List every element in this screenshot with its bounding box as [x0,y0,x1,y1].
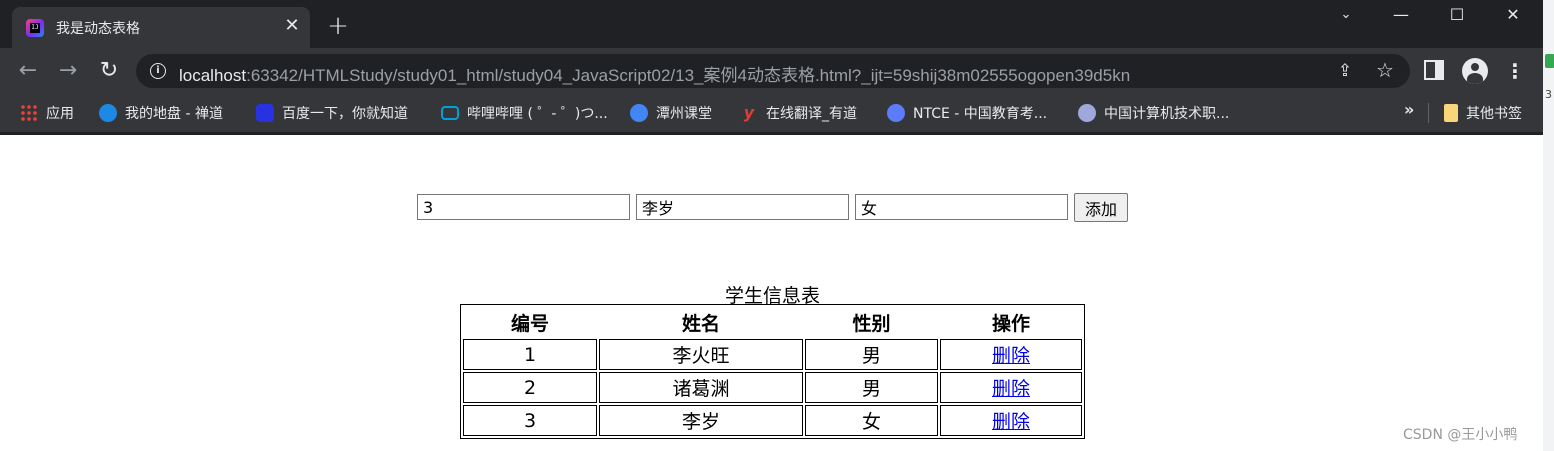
active-tab[interactable]: IJ 我是动态表格 ✕ [12,7,310,48]
ntce-icon [887,104,905,122]
youdao-icon: y [743,103,755,122]
bookmarks-bar: 应用 我的地盘 - 禅道 百度一下，你就知道 哔哩哔哩 ( ゜- ゜)つ... … [0,94,1543,132]
cell-gender: 男 [805,339,938,370]
bookmark-label: 百度一下，你就知道 [282,106,408,122]
site-info-icon[interactable]: i [150,63,166,79]
bookmark-other-folder[interactable]: 其他书签 [1444,102,1522,124]
header-gender: 性别 [852,312,891,335]
bookmark-label: 在线翻译_有道 [766,106,857,122]
bookmark-bilibili[interactable]: 哔哩哔哩 ( ゜- ゜)つ... [441,102,608,124]
browser-menu-icon[interactable]: ⋮ [1505,57,1525,85]
page-content: 添加 学生信息表 编号 姓名 性别 操作 1 李火旺 男 删除 2 诸葛渊 男 … [0,135,1543,451]
minimize-button[interactable]: — [1373,0,1429,32]
bookmark-ntce[interactable]: NTCE - 中国教育考... [887,102,1047,124]
share-icon[interactable]: ⇪ [1334,60,1356,82]
table-row: 2 诸葛渊 男 删除 [463,372,1082,403]
profile-avatar-icon[interactable] [1462,58,1488,84]
cell-gender: 女 [805,405,938,436]
cell-action: 删除 [940,372,1082,403]
bookmark-label: 哔哩哔哩 ( ゜- ゜)つ... [467,106,608,122]
add-button[interactable]: 添加 [1074,193,1128,222]
header-action: 操作 [991,312,1030,335]
address-bar[interactable]: i localhost:63342/HTMLStudy/study01_html… [136,54,1410,88]
bookmark-label: 其他书签 [1466,106,1522,122]
bookmark-label: 潭州课堂 [656,106,712,122]
cell-id: 1 [463,339,597,370]
adjacent-window-badge [1545,54,1554,68]
side-panel-icon[interactable] [1424,60,1444,80]
student-table: 编号 姓名 性别 操作 1 李火旺 男 删除 2 诸葛渊 男 删除 3 李岁 女… [460,304,1085,439]
bookmark-tanzhou[interactable]: 潭州课堂 [630,102,712,124]
bookmark-youdao[interactable]: y 在线翻译_有道 [740,102,857,124]
intellij-favicon-icon: IJ [26,19,44,37]
more-bookmarks-chevron-icon[interactable]: » [1404,100,1414,119]
name-input[interactable] [636,194,849,220]
bookmark-label: NTCE - 中国教育考... [913,106,1048,122]
delete-link[interactable]: 删除 [992,378,1030,400]
baidu-icon [256,104,274,122]
gender-input[interactable] [855,194,1068,220]
bilibili-icon [441,106,459,120]
header-name: 姓名 [681,312,720,335]
cell-name: 诸葛渊 [599,372,803,403]
id-input[interactable] [417,194,630,220]
tab-search-icon[interactable]: ⌄ [1318,0,1374,32]
cell-id: 3 [463,405,597,436]
close-window-button[interactable]: ✕ [1485,0,1541,32]
computer-cert-icon [1078,104,1096,122]
bookmark-zentao[interactable]: 我的地盘 - 禅道 [99,102,223,124]
cell-action: 删除 [940,339,1082,370]
forward-button[interactable]: → [54,57,82,85]
bookmark-apps[interactable]: 应用 [20,102,74,124]
zentao-icon [99,104,117,122]
bookmark-star-icon[interactable]: ☆ [1374,59,1396,81]
table-row: 3 李岁 女 删除 [463,405,1082,436]
reload-button[interactable]: ↻ [95,57,123,85]
csdn-watermark: CSDN @王小小鸭 [1403,427,1518,443]
url-path: :63342/HTMLStudy/study01_html/study04_Ja… [246,66,1131,85]
tanzhou-icon [630,104,648,122]
tab-title: 我是动态表格 [56,21,140,37]
bookmark-baidu[interactable]: 百度一下，你就知道 [256,102,408,124]
bookmark-label: 中国计算机技术职... [1104,106,1230,122]
delete-link[interactable]: 删除 [992,411,1030,433]
bookmark-label: 我的地盘 - 禅道 [125,106,223,122]
cell-action: 删除 [940,405,1082,436]
browser-chrome: IJ 我是动态表格 ✕ + ⌄ — ☐ ✕ ← → ↻ i localhost:… [0,0,1543,135]
url-host: localhost [179,66,247,85]
adjacent-window-strip: 3 [1543,0,1554,451]
cell-id: 2 [463,372,597,403]
table-header-row: 编号 姓名 性别 操作 [463,307,1082,337]
delete-link[interactable]: 删除 [992,345,1030,367]
back-button[interactable]: ← [14,57,42,85]
apps-icon [20,104,38,122]
header-id: 编号 [510,312,549,335]
maximize-button[interactable]: ☐ [1429,0,1485,32]
cell-name: 李岁 [599,405,803,436]
folder-icon [1444,104,1458,122]
browser-toolbar: ← → ↻ i localhost:63342/HTMLStudy/study0… [0,48,1543,94]
new-tab-button[interactable]: + [326,13,350,39]
bookmark-computer-cert[interactable]: 中国计算机技术职... [1078,102,1229,124]
adjacent-window-text: 3 [1545,88,1552,101]
bookmarks-divider [1428,103,1429,123]
table-row: 1 李火旺 男 删除 [463,339,1082,370]
tab-strip: IJ 我是动态表格 ✕ + ⌄ — ☐ ✕ [0,0,1543,48]
cell-gender: 男 [805,372,938,403]
bookmark-label: 应用 [46,106,74,122]
tab-close-icon[interactable]: ✕ [282,16,302,36]
cell-name: 李火旺 [599,339,803,370]
url-text[interactable]: localhost:63342/HTMLStudy/study01_html/s… [179,61,1130,86]
